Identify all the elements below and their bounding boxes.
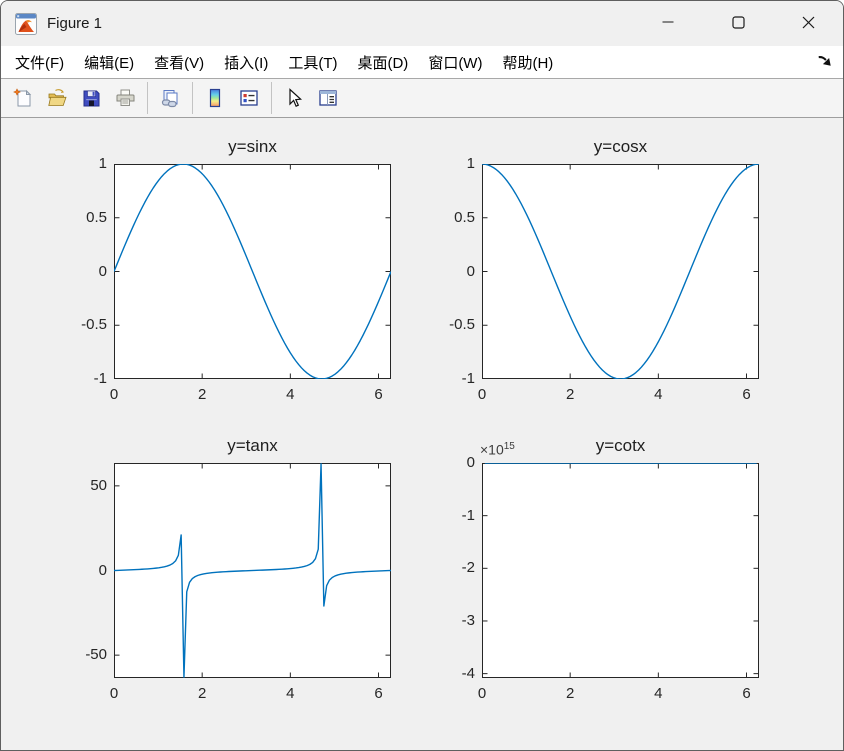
southeast-arrow-icon[interactable] xyxy=(817,52,833,68)
plot-title-sinx: y=sinx xyxy=(114,137,391,157)
matlab-logo-icon xyxy=(15,13,37,35)
y-tick-label: 0 xyxy=(421,454,475,472)
new-figure-button[interactable] xyxy=(6,82,40,114)
subplot-cotx: y=cotx ×1015 02460-1-2-3-4 xyxy=(482,463,759,678)
y-tick-label: 1 xyxy=(53,155,107,173)
insert-colorbar-button[interactable] xyxy=(198,82,232,114)
window-title: Figure 1 xyxy=(47,15,102,32)
menu-desktop[interactable]: 桌面(D) xyxy=(347,48,418,77)
x-tick-label: 6 xyxy=(725,386,769,404)
x-tick-label: 2 xyxy=(180,685,224,703)
x-tick-label: 0 xyxy=(92,386,136,404)
menu-edit[interactable]: 编辑(E) xyxy=(74,48,144,77)
caption-buttons xyxy=(633,1,843,46)
x-tick-label: 0 xyxy=(460,386,504,404)
y-tick-label: -1 xyxy=(53,370,107,388)
colorbar-icon xyxy=(205,88,225,108)
figure-toolbar xyxy=(1,79,843,118)
menu-window[interactable]: 窗口(W) xyxy=(418,48,492,77)
y-tick-label: -2 xyxy=(421,559,475,577)
subplot-tanx: y=tanx 0246500-50 xyxy=(114,463,391,678)
printer-icon xyxy=(115,88,135,108)
menu-help[interactable]: 帮助(H) xyxy=(492,48,563,77)
maximize-button[interactable] xyxy=(703,1,773,43)
subplot-cosx: y=cosx 024610.50-0.5-1 xyxy=(482,164,759,379)
x-tick-label: 4 xyxy=(268,386,312,404)
menu-tools[interactable]: 工具(T) xyxy=(278,48,347,77)
x-tick-label: 2 xyxy=(180,386,224,404)
y-tick-label: 0 xyxy=(53,263,107,281)
y-tick-label: 0.5 xyxy=(421,209,475,227)
x-tick-label: 4 xyxy=(268,685,312,703)
x-tick-label: 6 xyxy=(725,685,769,703)
plot-area-cotx xyxy=(482,463,759,678)
y-axis-exponent-label: ×1015 xyxy=(480,441,515,458)
plot-area-sinx xyxy=(114,164,391,379)
toolbar-separator xyxy=(192,82,193,114)
x-tick-label: 6 xyxy=(357,386,401,404)
subplot-sinx: y=sinx 024610.50-0.5-1 xyxy=(114,164,391,379)
menu-view[interactable]: 查看(V) xyxy=(144,48,214,77)
property-inspector-button[interactable] xyxy=(311,82,345,114)
plot-title-cotx: y=cotx xyxy=(482,436,759,456)
plot-area-tanx xyxy=(114,463,391,678)
y-tick-label: -4 xyxy=(421,665,475,683)
title-bar[interactable]: Figure 1 xyxy=(1,1,843,46)
toolbar-separator xyxy=(271,82,272,114)
y-tick-label: -50 xyxy=(53,646,107,664)
x-tick-label: 0 xyxy=(92,685,136,703)
minimize-icon xyxy=(662,16,674,28)
save-figure-button[interactable] xyxy=(74,82,108,114)
plot-area-cosx xyxy=(482,164,759,379)
close-icon xyxy=(802,16,815,29)
new-figure-icon xyxy=(13,88,33,108)
print-figure-button[interactable] xyxy=(108,82,142,114)
edit-plot-button[interactable] xyxy=(277,82,311,114)
y-tick-label: 0.5 xyxy=(53,209,107,227)
toolbar-separator xyxy=(147,82,148,114)
x-tick-label: 2 xyxy=(548,685,592,703)
menu-insert[interactable]: 插入(I) xyxy=(214,48,278,77)
maximize-icon xyxy=(732,16,745,29)
pointer-icon xyxy=(284,88,304,108)
link-plot-button[interactable] xyxy=(153,82,187,114)
minimize-button[interactable] xyxy=(633,1,703,43)
menu-file[interactable]: 文件(F) xyxy=(5,48,74,77)
save-icon xyxy=(81,88,101,108)
y-tick-label: 50 xyxy=(53,477,107,495)
figure-window: Figure 1 文件(F) 编辑(E) 查看(V) xyxy=(0,0,844,751)
insert-legend-button[interactable] xyxy=(232,82,266,114)
x-tick-label: 4 xyxy=(636,685,680,703)
y-tick-label: -1 xyxy=(421,370,475,388)
y-tick-label: -0.5 xyxy=(53,316,107,334)
x-tick-label: 0 xyxy=(460,685,504,703)
y-tick-label: 0 xyxy=(421,263,475,281)
figure-canvas: y=sinx 024610.50-0.5-1 y=cosx 024610.50-… xyxy=(1,118,843,750)
open-folder-icon xyxy=(47,88,67,108)
open-file-button[interactable] xyxy=(40,82,74,114)
y-tick-label: -1 xyxy=(421,507,475,525)
plot-title-tanx: y=tanx xyxy=(114,436,391,456)
link-plot-icon xyxy=(160,88,180,108)
y-tick-label: 0 xyxy=(53,562,107,580)
legend-icon xyxy=(239,88,259,108)
x-tick-label: 6 xyxy=(357,685,401,703)
close-button[interactable] xyxy=(773,1,843,43)
menu-bar: 文件(F) 编辑(E) 查看(V) 插入(I) 工具(T) 桌面(D) 窗口(W… xyxy=(1,46,843,79)
y-tick-label: -3 xyxy=(421,612,475,630)
x-tick-label: 4 xyxy=(636,386,680,404)
y-tick-label: -0.5 xyxy=(421,316,475,334)
property-inspector-icon xyxy=(318,88,338,108)
y-tick-label: 1 xyxy=(421,155,475,173)
x-tick-label: 2 xyxy=(548,386,592,404)
plot-title-cosx: y=cosx xyxy=(482,137,759,157)
